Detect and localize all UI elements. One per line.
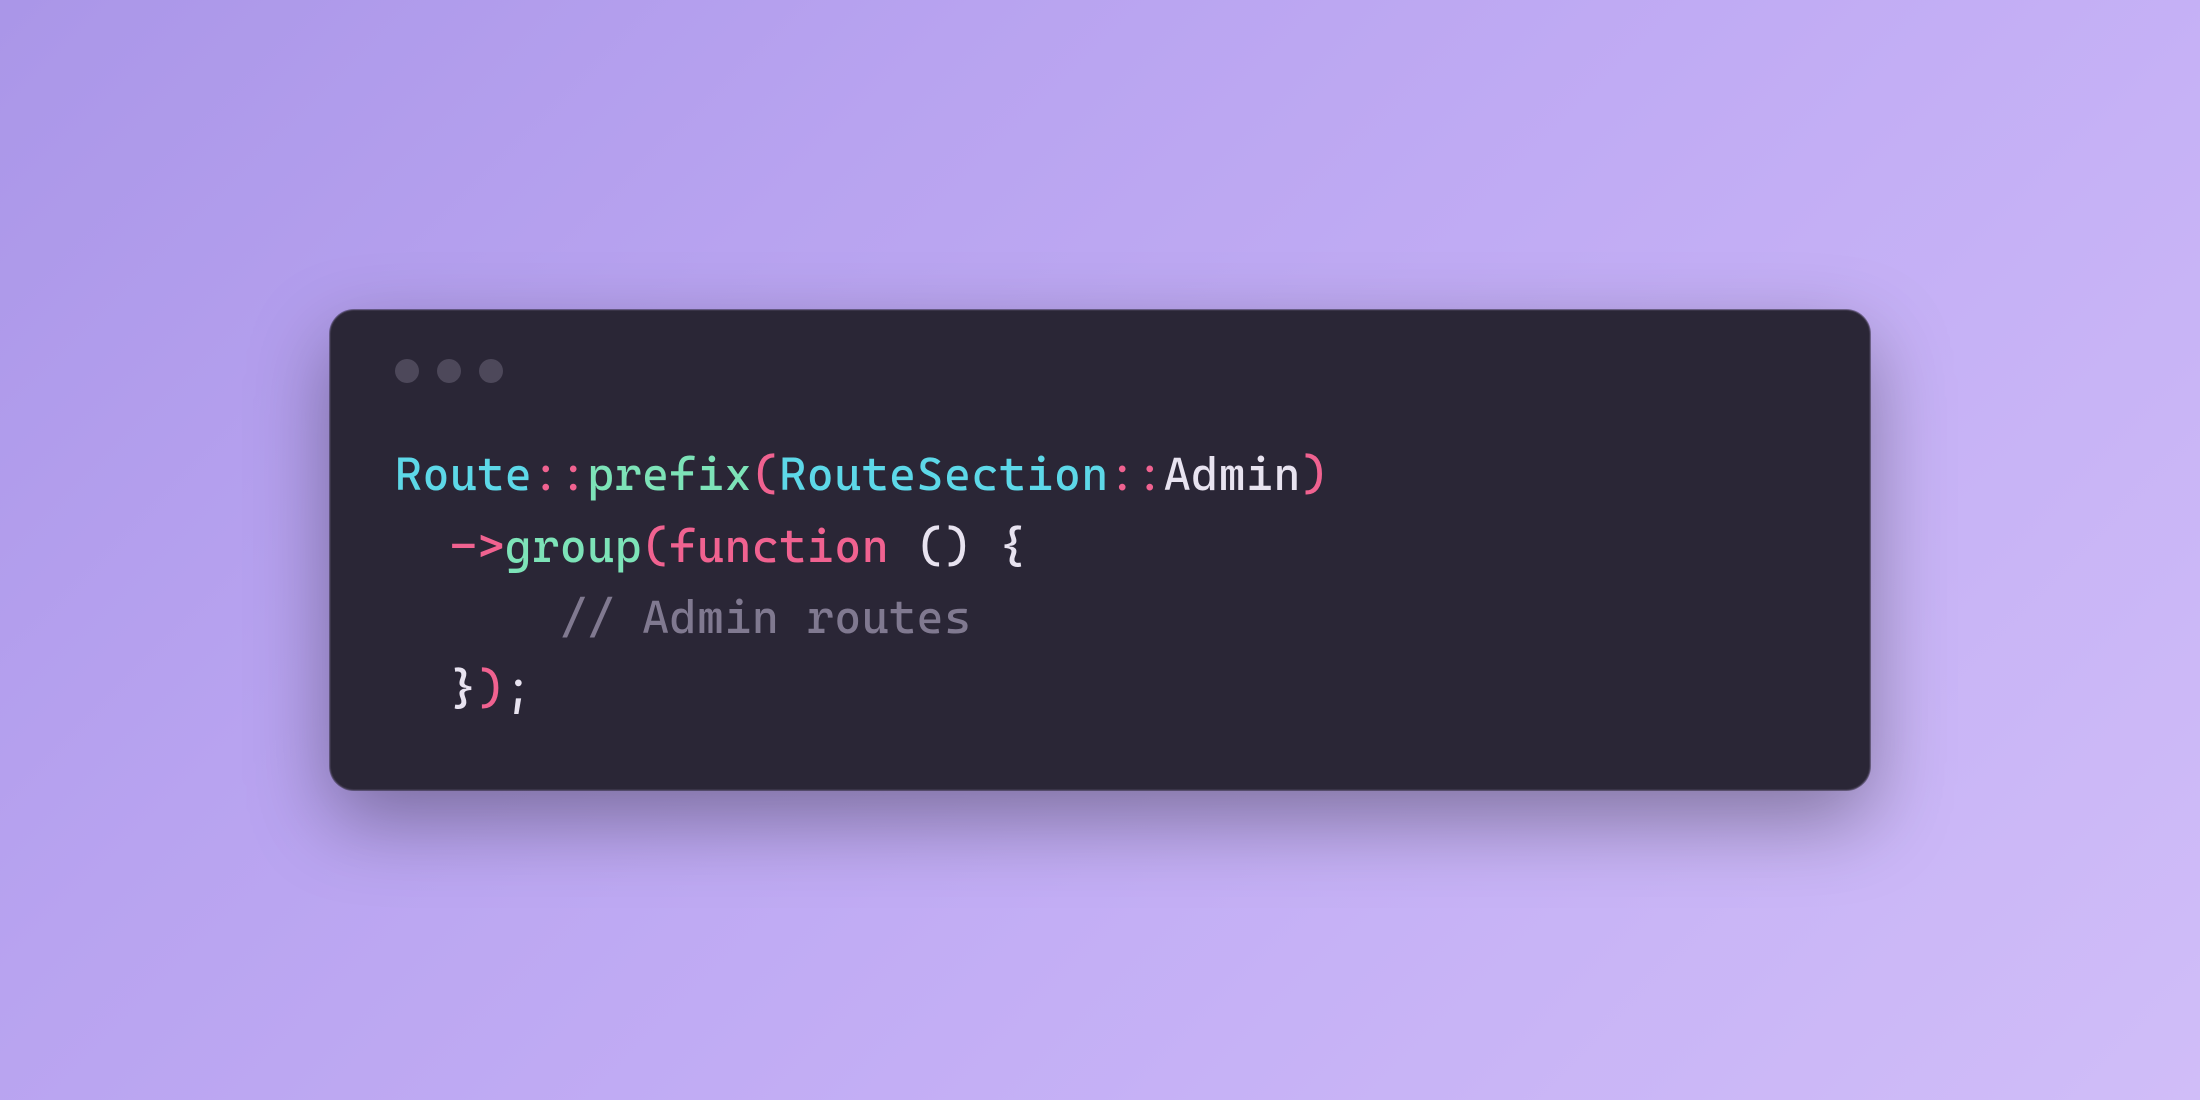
code-token-scope: :: [532,447,587,501]
code-token-scope: :: [1109,447,1164,501]
code-token-keyword: function [670,519,890,573]
traffic-light-maximize-icon [479,359,503,383]
traffic-light-close-icon [395,359,419,383]
code-space [889,519,916,573]
code-token-parens: () [917,519,972,573]
code-token-comment: // Admin routes [560,590,972,644]
code-token-method: prefix [587,447,752,501]
code-token-class: RouteSection [779,447,1108,501]
code-indent [395,661,450,715]
code-block: Route::prefix(RouteSection::Admin) ->gro… [395,439,1805,724]
code-indent [395,519,450,573]
code-space [972,519,999,573]
code-token-paren: ) [477,661,504,715]
code-token-brace: { [999,519,1026,573]
code-token-class: Route [395,447,532,501]
code-token-brace: } [450,661,477,715]
code-token-semi: ; [505,661,532,715]
code-token-arrow: -> [450,519,505,573]
code-token-member: Admin [1164,447,1301,501]
code-token-paren: ) [1301,447,1328,501]
code-token-paren: ( [752,447,779,501]
window-titlebar [395,359,1805,383]
code-indent [395,590,560,644]
code-window: Route::prefix(RouteSection::Admin) ->gro… [330,310,1870,789]
traffic-light-minimize-icon [437,359,461,383]
code-token-method: group [505,519,642,573]
code-token-paren: ( [642,519,669,573]
